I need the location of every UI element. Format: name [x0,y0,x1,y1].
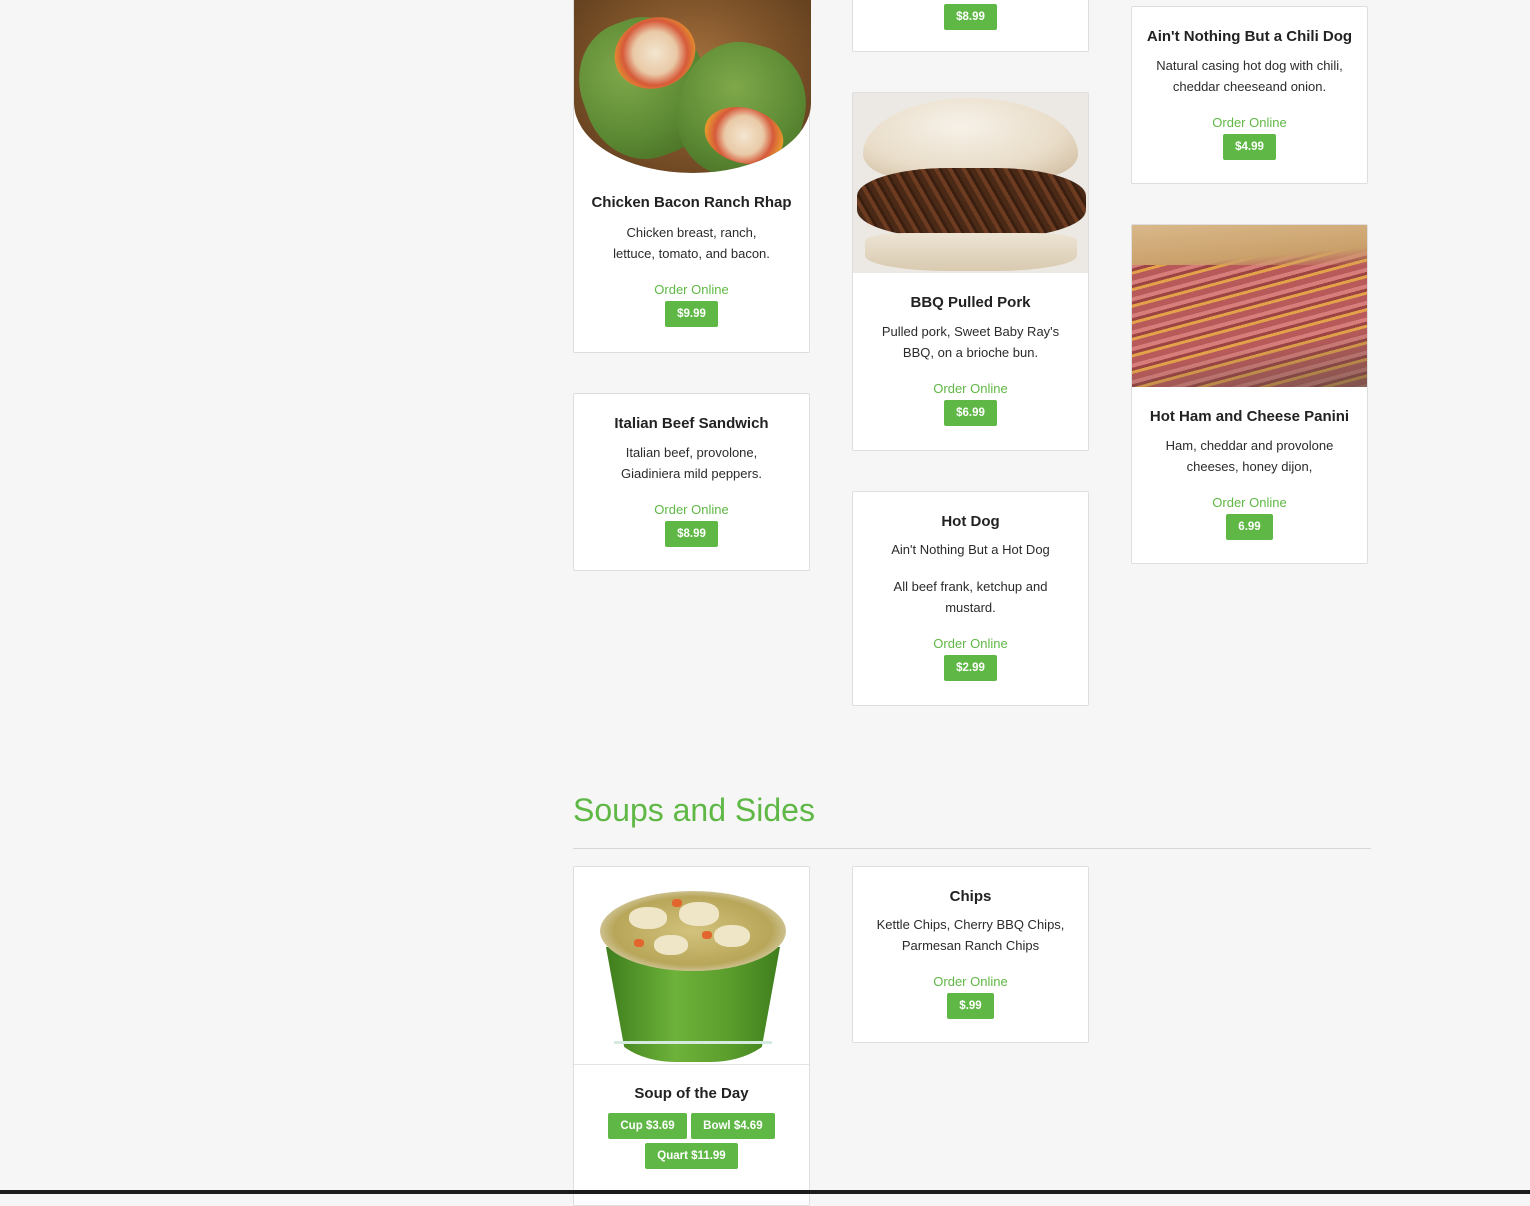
price-button[interactable]: $8.99 [665,521,718,547]
item-title: Hot Ham and Cheese Panini [1149,408,1350,425]
order-online-link[interactable]: Order Online [574,502,809,517]
menu-card-ham-panini: Hot Ham and Cheese Panini Ham, cheddar a… [1131,224,1368,564]
item-description: Natural casing hot dog with chili, chedd… [1156,58,1343,94]
price-button[interactable]: $6.99 [944,400,997,426]
menu-card-chili-dog: Ain't Nothing But a Chili Dog Natural ca… [1131,6,1368,184]
item-description: Italian beef, provolone, Giadiniera mild… [621,445,762,481]
section-divider [573,848,1371,849]
item-title: Italian Beef Sandwich [614,415,769,432]
item-title: Ain't Nothing But a Chili Dog [1146,28,1353,45]
order-online-link[interactable]: Order Online [1132,495,1367,510]
price-button[interactable]: $8.99 [944,4,997,30]
price-button[interactable]: $9.99 [665,301,718,327]
price-button[interactable]: $.99 [947,993,994,1019]
ham-cheese-panini-image [1132,225,1367,387]
price-button[interactable]: 6.99 [1226,514,1273,540]
menu-card-hot-dog: Hot Dog Ain't Nothing But a Hot Dog All … [852,491,1089,706]
menu-card-chicken-wrap: Chicken Bacon Ranch Rhap Chicken breast,… [573,0,811,353]
order-online-link[interactable]: Order Online [574,282,809,297]
bbq-pulled-pork-image [853,93,1088,273]
menu-card-chips: Chips Kettle Chips, Cherry BBQ Chips, Pa… [852,866,1089,1043]
item-description: All beef frank, ketchup and mustard. [893,579,1048,615]
menu-card-soup: Soup of the Day Cup $3.69 Bowl $4.69 Qua… [573,866,810,1206]
order-online-link[interactable]: Order Online [853,381,1088,396]
price-button[interactable]: $2.99 [944,655,997,681]
price-button[interactable]: $4.99 [1223,134,1276,160]
order-online-link[interactable]: Order Online [1132,115,1367,130]
order-online-link[interactable]: Order Online [853,636,1088,651]
item-description: Ham, cheddar and provolone cheeses, hone… [1165,438,1334,474]
menu-card-bbq-pulled-pork: BBQ Pulled Pork Pulled pork, Sweet Baby … [852,92,1089,451]
item-title: Soup of the Day [634,1085,749,1102]
section-title-soups-sides: Soups and Sides [573,792,815,828]
bowl-price-button[interactable]: Bowl $4.69 [691,1113,775,1139]
bottom-bar [0,1190,1530,1194]
menu-card-italian-beef: Italian Beef Sandwich Italian beef, prov… [573,393,810,571]
order-online-link[interactable]: Order Online [853,974,1088,989]
menu-card-partial-top: $8.99 [852,0,1089,52]
cup-price-button[interactable]: Cup $3.69 [608,1113,687,1139]
item-description: Kettle Chips, Cherry BBQ Chips, Parmesan… [876,917,1065,953]
item-title: Chicken Bacon Ranch Rhap [591,194,792,211]
item-subtitle: Ain't Nothing But a Hot Dog [891,542,1050,557]
chicken-wrap-image [574,0,811,176]
quart-price-button[interactable]: Quart $11.99 [645,1143,738,1169]
item-title: Chips [949,888,992,905]
item-title: Hot Dog [941,513,1000,530]
item-description: Chicken breast, ranch, lettuce, tomato, … [613,225,770,261]
item-description: Pulled pork, Sweet Baby Ray's BBQ, on a … [881,324,1060,360]
item-title: BBQ Pulled Pork [910,294,1031,311]
soup-bowl-image [574,867,809,1064]
